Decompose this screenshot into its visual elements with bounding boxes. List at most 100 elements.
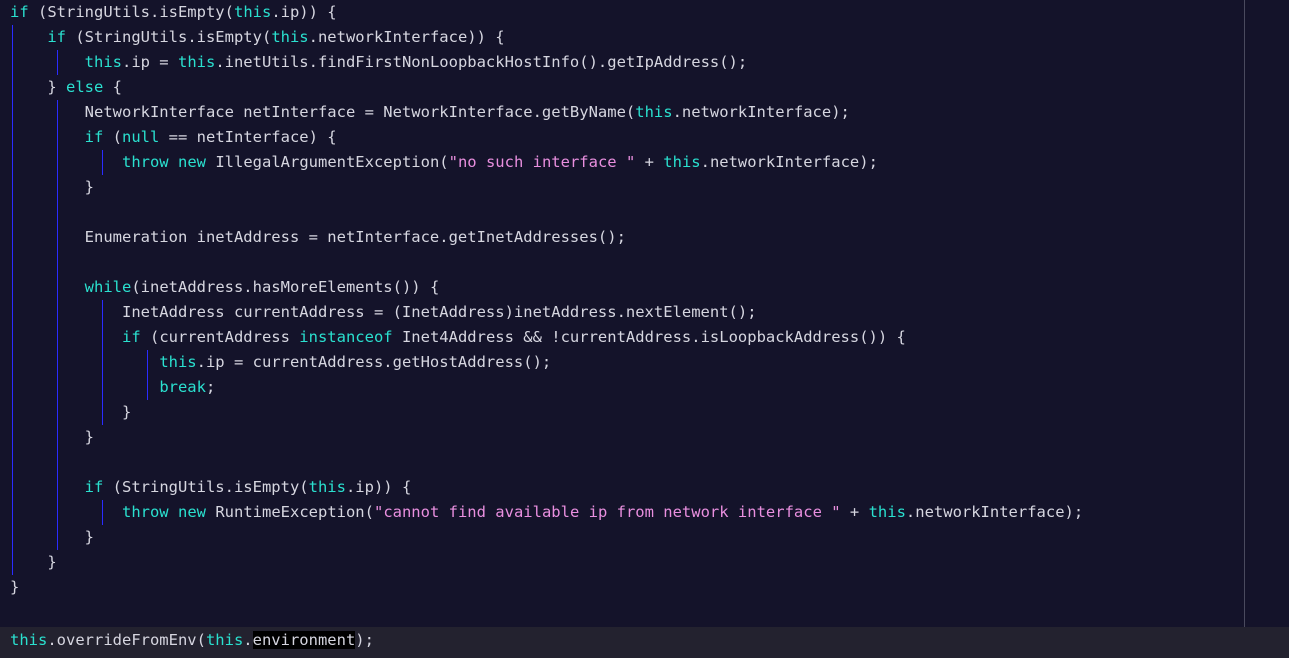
code-line[interactable]: throw new IllegalArgumentException("no s… (0, 150, 1289, 175)
indent-guide (57, 400, 58, 425)
indent-guide (12, 550, 13, 575)
code-line[interactable]: } (0, 175, 1289, 200)
code-line[interactable]: if (null == netInterface) { (0, 125, 1289, 150)
code-line-text: } (10, 403, 131, 421)
code-line[interactable]: } (0, 575, 1289, 600)
code-token-str: "cannot find available ip from network i… (374, 503, 841, 521)
code-line[interactable]: } (0, 525, 1289, 550)
code-line-text: while(inetAddress.hasMoreElements()) { (10, 278, 439, 296)
indent-guide (57, 325, 58, 350)
code-line-text: this.ip = this.inetUtils.findFirstNonLoo… (10, 53, 747, 71)
code-token-kw: throw (122, 153, 169, 171)
indent-guide (12, 150, 13, 175)
code-token-plain (10, 503, 122, 521)
code-line-text: if (StringUtils.isEmpty(this.ip)) { (10, 3, 337, 21)
code-token-kw: this (234, 3, 271, 21)
code-token-plain: .networkInterface); (701, 153, 878, 171)
indent-guide (57, 500, 58, 525)
code-line-text: throw new RuntimeException("cannot find … (10, 503, 1083, 521)
code-line-text: if (StringUtils.isEmpty(this.ip)) { (10, 478, 411, 496)
code-token-plain: + (635, 153, 663, 171)
indent-guide (12, 275, 13, 300)
indent-guide (12, 350, 13, 375)
code-token-kw: instanceof (299, 328, 392, 346)
code-token-plain: ); (355, 631, 374, 649)
indent-guide (12, 425, 13, 450)
code-token-plain: } (10, 528, 94, 546)
code-line-text: } (10, 528, 94, 546)
code-token-plain: } (10, 578, 19, 596)
code-token-plain: .ip)) { (271, 3, 336, 21)
code-token-plain: } (10, 428, 94, 446)
code-line[interactable] (0, 250, 1289, 275)
code-line[interactable]: } else { (0, 75, 1289, 100)
code-token-kw: this (159, 353, 196, 371)
code-token-kw: if (47, 28, 66, 46)
code-line[interactable]: NetworkInterface netInterface = NetworkI… (0, 100, 1289, 125)
code-line[interactable]: if (StringUtils.isEmpty(this.networkInte… (0, 25, 1289, 50)
code-line[interactable]: break; (0, 375, 1289, 400)
code-token-plain (169, 503, 178, 521)
indent-guide (57, 250, 58, 275)
indent-guide (57, 150, 58, 175)
indent-guide (57, 300, 58, 325)
code-line[interactable] (0, 450, 1289, 475)
code-token-plain: (StringUtils.isEmpty( (29, 3, 234, 21)
indent-guide (57, 50, 58, 75)
indent-guide (102, 325, 103, 350)
code-token-kw: this (271, 28, 308, 46)
code-token-plain (169, 153, 178, 171)
code-lines-container[interactable]: if (StringUtils.isEmpty(this.ip)) { if (… (0, 0, 1289, 658)
indent-guide (57, 475, 58, 500)
code-token-plain: ( (103, 128, 122, 146)
indent-guide (102, 375, 103, 400)
indent-guide (57, 175, 58, 200)
code-line-text: InetAddress currentAddress = (InetAddres… (10, 303, 757, 321)
code-line-text: if (StringUtils.isEmpty(this.networkInte… (10, 28, 505, 46)
indent-guide (12, 200, 13, 225)
code-token-plain: .overrideFromEnv( (47, 631, 206, 649)
code-line[interactable]: if (StringUtils.isEmpty(this.ip)) { (0, 0, 1289, 25)
code-line[interactable]: this.ip = this.inetUtils.findFirstNonLoo… (0, 50, 1289, 75)
code-line[interactable] (0, 200, 1289, 225)
current-code-line[interactable]: this.overrideFromEnv(this.environment); (0, 627, 374, 653)
indent-guide (147, 375, 148, 400)
code-line[interactable]: InetAddress currentAddress = (InetAddres… (0, 300, 1289, 325)
code-token-plain (10, 478, 85, 496)
code-line-text: NetworkInterface netInterface = NetworkI… (10, 103, 850, 121)
indent-guide (57, 375, 58, 400)
current-line-highlight: this.overrideFromEnv(this.environment); (0, 627, 1289, 658)
indent-guide (57, 350, 58, 375)
code-token-kw: null (122, 128, 159, 146)
code-token-plain: (inetAddress.hasMoreElements()) { (131, 278, 439, 296)
code-line[interactable]: while(inetAddress.hasMoreElements()) { (0, 275, 1289, 300)
code-token-plain: RuntimeException( (206, 503, 374, 521)
code-line[interactable]: } (0, 425, 1289, 450)
code-token-kw: this (869, 503, 906, 521)
code-token-plain: } (10, 78, 66, 96)
code-token-plain: .ip)) { (346, 478, 411, 496)
code-line[interactable]: if (currentAddress instanceof Inet4Addre… (0, 325, 1289, 350)
code-token-plain (10, 353, 159, 371)
code-line[interactable]: } (0, 550, 1289, 575)
code-line[interactable]: Enumeration inetAddress = netInterface.g… (0, 225, 1289, 250)
code-token-kw: this (663, 153, 700, 171)
code-token-plain (10, 128, 85, 146)
indent-guide (102, 400, 103, 425)
code-token-kw: if (85, 128, 104, 146)
indent-guide (57, 525, 58, 550)
code-token-kw: break (159, 378, 206, 396)
code-token-plain: ; (206, 378, 215, 396)
code-line[interactable]: throw new RuntimeException("cannot find … (0, 500, 1289, 525)
code-token-plain: .ip = (122, 53, 178, 71)
code-token-kw: while (85, 278, 132, 296)
code-editor[interactable]: if (StringUtils.isEmpty(this.ip)) { if (… (0, 0, 1289, 658)
code-token-plain: . (243, 631, 252, 649)
indent-guide (57, 200, 58, 225)
code-line[interactable]: this.ip = currentAddress.getHostAddress(… (0, 350, 1289, 375)
code-token-plain: } (10, 178, 94, 196)
code-line[interactable]: if (StringUtils.isEmpty(this.ip)) { (0, 475, 1289, 500)
indent-guide (57, 125, 58, 150)
code-line-text: } (10, 178, 94, 196)
code-line[interactable]: } (0, 400, 1289, 425)
